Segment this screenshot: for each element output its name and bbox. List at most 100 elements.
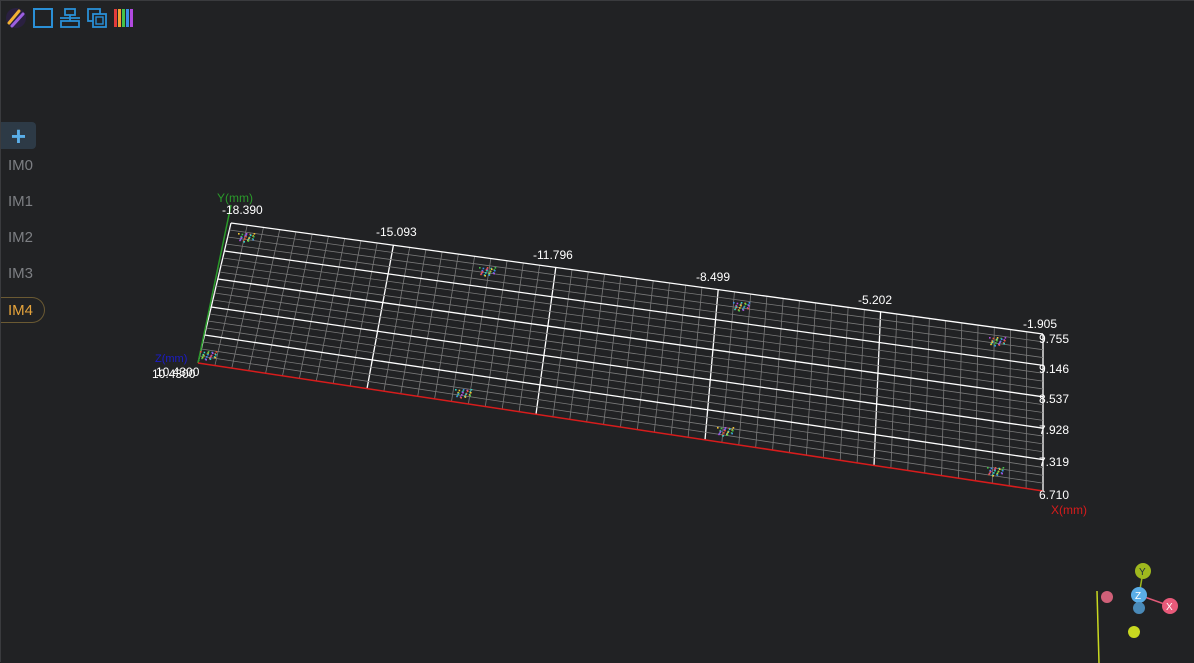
point-marker: [247, 240, 250, 242]
point-marker: [214, 356, 216, 359]
grid-major-line: [217, 278, 1044, 398]
point-marker: [1002, 469, 1004, 472]
point-marker: [253, 235, 255, 238]
grid-minor-line: [202, 341, 1044, 468]
point-marker: [748, 304, 750, 307]
point-marker: [248, 237, 250, 239]
grid-minor-line: [225, 243, 1044, 358]
z-tick-overlap: 10.4300: [156, 365, 200, 379]
point-marker: [996, 474, 999, 476]
point-marker: [726, 434, 729, 436]
point-marker: [461, 394, 463, 396]
point-marker: [206, 356, 208, 358]
grid-major-line: [230, 222, 1044, 335]
point-marker: [724, 427, 727, 429]
point-marker: [489, 271, 491, 273]
point-marker: [996, 339, 998, 342]
point-marker: [745, 303, 747, 305]
point-marker: [469, 394, 471, 397]
point-marker: [999, 468, 1001, 470]
point-marker: [205, 359, 207, 361]
point-marker: [989, 471, 991, 473]
point-marker: [735, 306, 737, 308]
point-marker: [717, 427, 719, 429]
point-marker: [212, 352, 214, 354]
point-marker: [470, 389, 473, 391]
point-marker: [1001, 472, 1003, 475]
point-marker: [460, 397, 462, 399]
point-marker: [992, 475, 994, 477]
point-marker: [999, 341, 1001, 343]
point-marker: [991, 341, 993, 343]
point-marker: [209, 358, 212, 360]
point-marker: [727, 431, 729, 433]
point-marker: [1004, 339, 1006, 342]
point-marker: [723, 432, 725, 434]
point-marker: [207, 353, 209, 356]
point-marker: [743, 306, 745, 308]
point-marker: [731, 432, 733, 435]
point-marker: [456, 395, 458, 398]
grid-minor-line: [219, 271, 1044, 390]
point-marker: [718, 433, 720, 436]
gizmo-z-label: Z: [1135, 591, 1141, 602]
right-tick-label: 8.537: [1039, 392, 1069, 406]
point-cloud-viewport[interactable]: Y(mm) X(mm) Z(mm) 10.4300 10.4300 -18.39…: [1, 1, 1194, 663]
orientation-gizmo[interactable]: Y Z X: [1096, 563, 1178, 663]
right-tick-label: 9.755: [1039, 332, 1069, 346]
point-marker: [732, 429, 734, 432]
point-marker: [994, 469, 996, 472]
point-marker: [993, 472, 995, 474]
point-marker: [729, 428, 731, 430]
point-marker: [994, 467, 997, 469]
point-marker: [992, 337, 995, 340]
point-marker: [987, 467, 989, 469]
grid-minor-line: [199, 355, 1044, 484]
point-marker: [480, 273, 482, 276]
grid-minor-line: [206, 327, 1044, 453]
point-marker: [748, 302, 751, 304]
point-marker: [1004, 337, 1007, 339]
point-marker: [994, 345, 996, 347]
top-tick-label: -15.093: [376, 225, 417, 239]
y-axis-line: [197, 204, 232, 364]
point-marker: [486, 267, 489, 269]
point-marker: [747, 307, 749, 310]
right-tick-label: 6.710: [1039, 488, 1069, 502]
grid-minor-line: [221, 264, 1044, 382]
point-marker: [1002, 467, 1005, 469]
point-marker: [739, 307, 741, 309]
point-marker: [203, 351, 206, 354]
grid-minor-line: [227, 236, 1044, 351]
point-marker: [998, 344, 1001, 346]
top-tick-label: -1.905: [1023, 317, 1057, 331]
point-marker: [482, 267, 485, 270]
grid-minor-line: [229, 229, 1044, 343]
top-tick-label: -8.499: [696, 270, 730, 284]
neg-z-handle[interactable]: [1133, 602, 1145, 614]
point-marker: [210, 355, 212, 357]
point-marker: [989, 337, 991, 339]
point-marker: [465, 393, 467, 395]
right-tick-label: 9.146: [1039, 362, 1069, 376]
point-marker: [1003, 342, 1005, 345]
x-axis-line: [197, 362, 1044, 492]
right-tick-label: 7.319: [1039, 455, 1069, 469]
top-tick-label: -5.202: [858, 293, 892, 307]
neg-x-handle[interactable]: [1101, 591, 1113, 603]
grid-major-line: [204, 334, 1044, 461]
x-axis-title: X(mm): [1051, 503, 1087, 517]
point-marker: [732, 427, 735, 429]
neg-y-handle[interactable]: [1128, 626, 1140, 638]
point-marker: [455, 389, 457, 391]
point-marker: [481, 271, 483, 273]
point-marker: [243, 241, 245, 243]
point-marker: [215, 351, 218, 353]
grid-minor-line: [201, 348, 1044, 476]
point-marker: [722, 435, 724, 437]
point-marker: [252, 238, 254, 241]
point-marker: [457, 393, 459, 395]
point-marker: [997, 471, 999, 473]
point-marker: [742, 309, 745, 311]
point-marker: [719, 431, 721, 433]
